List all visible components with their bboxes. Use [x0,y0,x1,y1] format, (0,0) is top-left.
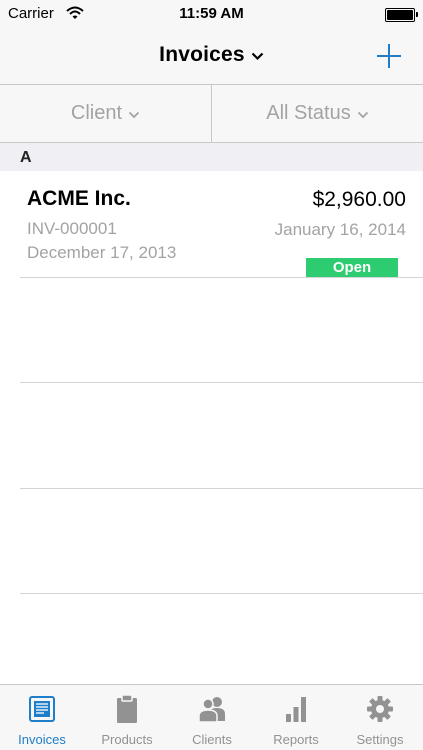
page-title: Invoices [159,43,245,66]
invoices-title-dropdown[interactable]: Invoices [0,43,423,67]
status-bar: Carrier 11:59 AM [0,0,423,30]
invoice-amount: $2,960.00 [312,188,406,211]
battery-icon [385,8,418,22]
add-invoice-button[interactable] [375,42,403,70]
client-filter-button[interactable]: Client [0,85,212,142]
gear-icon [367,696,393,722]
invoice-date: December 17, 2013 [27,243,177,262]
invoice-client-name: ACME Inc. [27,187,131,210]
tab-reports[interactable]: Reports [254,685,338,750]
tab-label: Settings [356,732,404,747]
clipboard-icon [117,694,137,723]
chevron-down-icon [357,85,369,142]
status-badge: Open [306,258,398,277]
tab-products[interactable]: Products [85,685,169,750]
chevron-down-icon [128,85,140,142]
tab-settings[interactable]: Settings [338,685,422,750]
filter-bar: Client All Status [0,85,423,143]
client-filter-label: Client [70,102,123,124]
tab-clients[interactable]: Clients [170,685,254,750]
tab-label: Clients [192,732,232,747]
row-separator [20,488,423,489]
row-separator [20,593,423,594]
clock: 11:59 AM [179,5,244,22]
tab-bar: Invoices Products Clients Reports Settin… [0,684,423,750]
invoice-icon [29,696,55,722]
tab-label: Invoices [18,732,66,747]
row-separator [20,277,423,278]
people-icon [198,697,225,723]
tab-label: Products [101,732,153,747]
tab-invoices[interactable]: Invoices [0,685,84,750]
status-filter-label: All Status [266,102,351,124]
section-header: A [0,143,423,171]
plus-icon [377,44,401,68]
invoice-number: INV-000001 [27,219,117,238]
navigation-bar: Invoices [0,30,423,85]
status-filter-button[interactable]: All Status [212,85,423,142]
tab-label: Reports [273,732,319,747]
row-separator [20,382,423,383]
section-letter: A [20,149,32,166]
chevron-down-icon [251,43,264,67]
invoice-row[interactable]: ACME Inc. INV-000001 December 17, 2013 $… [0,171,423,277]
bar-chart-icon [286,697,306,722]
invoice-due-date: January 16, 2014 [274,220,406,239]
